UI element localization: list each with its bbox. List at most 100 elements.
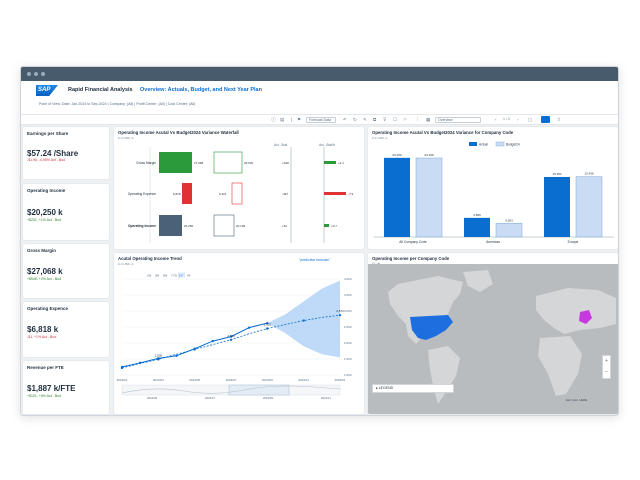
bar-value-label: 20,199 [424,153,434,157]
x-tick-label: 2024/05 [189,378,200,382]
data-point[interactable] [157,358,160,361]
story-header: SAP Rapid Financial Analysis Overview: A… [21,81,618,115]
data-point[interactable] [175,354,178,357]
version-icon[interactable]: ⚑ [297,117,301,122]
copy-icon[interactable]: ⧉ [373,117,376,122]
actual-bar[interactable] [182,183,192,204]
pct-bar [324,224,329,227]
data-point[interactable] [193,348,196,351]
next-page-icon[interactable]: › [517,117,519,122]
legend-actual: Actual [479,143,488,147]
pages-icon[interactable]: ▦ [426,117,430,122]
budget-value: 20,199 [236,224,246,228]
kpi-card-gross-margin[interactable]: Gross Margin $27,068 k +$548, +2% Act - … [23,244,109,298]
window-minimize-dot[interactable] [34,72,38,76]
budget-bar[interactable] [213,151,243,174]
bar-actual[interactable] [544,176,570,237]
edit-icon[interactable]: ✎ [363,117,367,122]
kpi-value: $1,887 k/FTE [27,384,76,393]
range-button-all[interactable]: All [187,274,191,278]
series-line-actual [121,322,268,368]
present-mode-button[interactable] [541,116,550,123]
navigator-label: 2024/11 [321,396,331,400]
data-point[interactable] [338,313,342,317]
x-tick-label: 2024/09 [262,378,273,382]
actual-value: 6,818 [173,192,181,196]
range-button-1y[interactable]: 1Y [179,274,183,278]
bar-budget24[interactable] [415,157,443,238]
window-close-dot[interactable] [27,72,31,76]
trend-chart-card[interactable]: Acutal Operating Income Trend in k USD, … [114,253,364,414]
info-icon[interactable]: ⓘ [271,117,276,122]
comment-icon[interactable]: ☐ [393,117,397,122]
kpi-title: Operating Income [27,188,66,193]
company-bar-svg: Actual Budget24 20,250 20,199 All Company … [374,141,614,244]
pct-value: +0.7 [331,224,337,228]
pct-value: +2.1 [338,161,344,165]
map-legend-toggle[interactable]: ▸ LEGEND [372,384,454,393]
x-tick-label: 2024/07 [226,378,237,382]
diff-value: +51 [282,224,287,228]
bar-actual[interactable] [464,217,490,237]
kpi-card-revenue-per-fte[interactable]: Revenue per FTE $1,887 k/FTE +$101, +5% … [23,361,109,414]
category-label: Americas [486,240,500,244]
category-label: Europe [568,240,579,244]
map-card[interactable]: Operating Income per Company Code ⚲ | ⊕ … [368,253,618,414]
app-title: Rapid Financial Analysis [68,87,133,93]
data-point[interactable] [211,339,215,343]
bar-actual[interactable] [384,157,410,237]
range-button-1m[interactable]: 1M [147,274,152,278]
actual-bar[interactable] [159,152,192,173]
prev-page-icon[interactable]: ‹ [495,117,497,122]
y-tick-label: 1,000 [344,373,352,377]
kpi-title: Revenue per FTE [27,365,64,370]
data-point[interactable] [247,326,251,329]
diff-value: -497 [282,192,288,196]
bookmark-icon[interactable]: ⚐ [403,117,407,122]
bar-value-label: 3,503 [505,218,513,222]
bar-budget24[interactable] [575,176,603,238]
kpi-card-operating-expence[interactable]: Operating Expence $6,818 k -$1, +1% Act … [23,302,109,357]
data-point[interactable] [266,327,269,330]
range-button-6m[interactable]: 6M [163,274,168,278]
bar-value-label: 15,436 [584,172,594,176]
share-icon[interactable]: ⇪ [557,117,561,122]
y-tick-label: 1,500 [344,357,352,361]
kpi-value: $6,818 k [27,325,59,334]
version-select[interactable]: Forecast Data [306,116,336,123]
actual-value: 20,250 [184,224,194,228]
map-legend-label: LEGEND [378,386,394,390]
undo-icon[interactable]: ↶ [343,117,347,122]
budget-bar[interactable] [213,214,235,237]
data-point[interactable] [120,366,124,370]
data-point[interactable] [302,319,305,322]
actual-value: 27,068 [194,161,204,165]
navigator-window[interactable] [228,384,290,396]
navigator-label: 2024/05 [147,396,158,400]
filter-icon[interactable]: ⊽ [383,117,386,122]
budget-bar[interactable] [231,182,243,205]
kpi-card-eps[interactable]: Earnings per Share $57.24 /Share -$1.96,… [23,127,109,179]
map-zoom-controls[interactable]: + − [602,355,611,379]
kpi-delta: -$1.96, -4.95% Act - Bud [27,158,66,162]
page-select[interactable]: Overview [435,116,481,123]
y-tick-label: 3,500 [344,293,352,297]
legend-budget: Budget24 [506,143,520,147]
waterfall-card[interactable]: Operating Income Acutal Vs Budget2024 Va… [114,127,364,249]
actual-bar[interactable] [159,215,182,236]
kpi-card-operating-income[interactable]: Operating Income $20,250 k +$231, +1% Ac… [23,184,109,240]
more-icon[interactable]: ⋮ [415,117,420,122]
window-maximize-dot[interactable] [41,72,45,76]
bar-value-label: 15,354 [552,172,562,176]
table-icon[interactable]: ▤ [280,117,284,122]
bar-budget24[interactable] [495,223,523,238]
range-button-3m[interactable]: 3M [155,274,160,278]
data-point[interactable] [229,338,233,341]
y-tick-label: 4,000 [344,277,352,281]
map-attribution: Esri | Esri, HERE [566,398,588,402]
grid-view-icon[interactable]: ▢ [528,117,532,122]
refresh-icon[interactable]: ↻ [353,117,357,122]
company-chart-card[interactable]: Operating Income Acutal Vs Budget2024 Va… [368,127,618,249]
range-button-ytd[interactable]: YTD [171,274,178,278]
pct-value: -7.9 [348,192,354,196]
